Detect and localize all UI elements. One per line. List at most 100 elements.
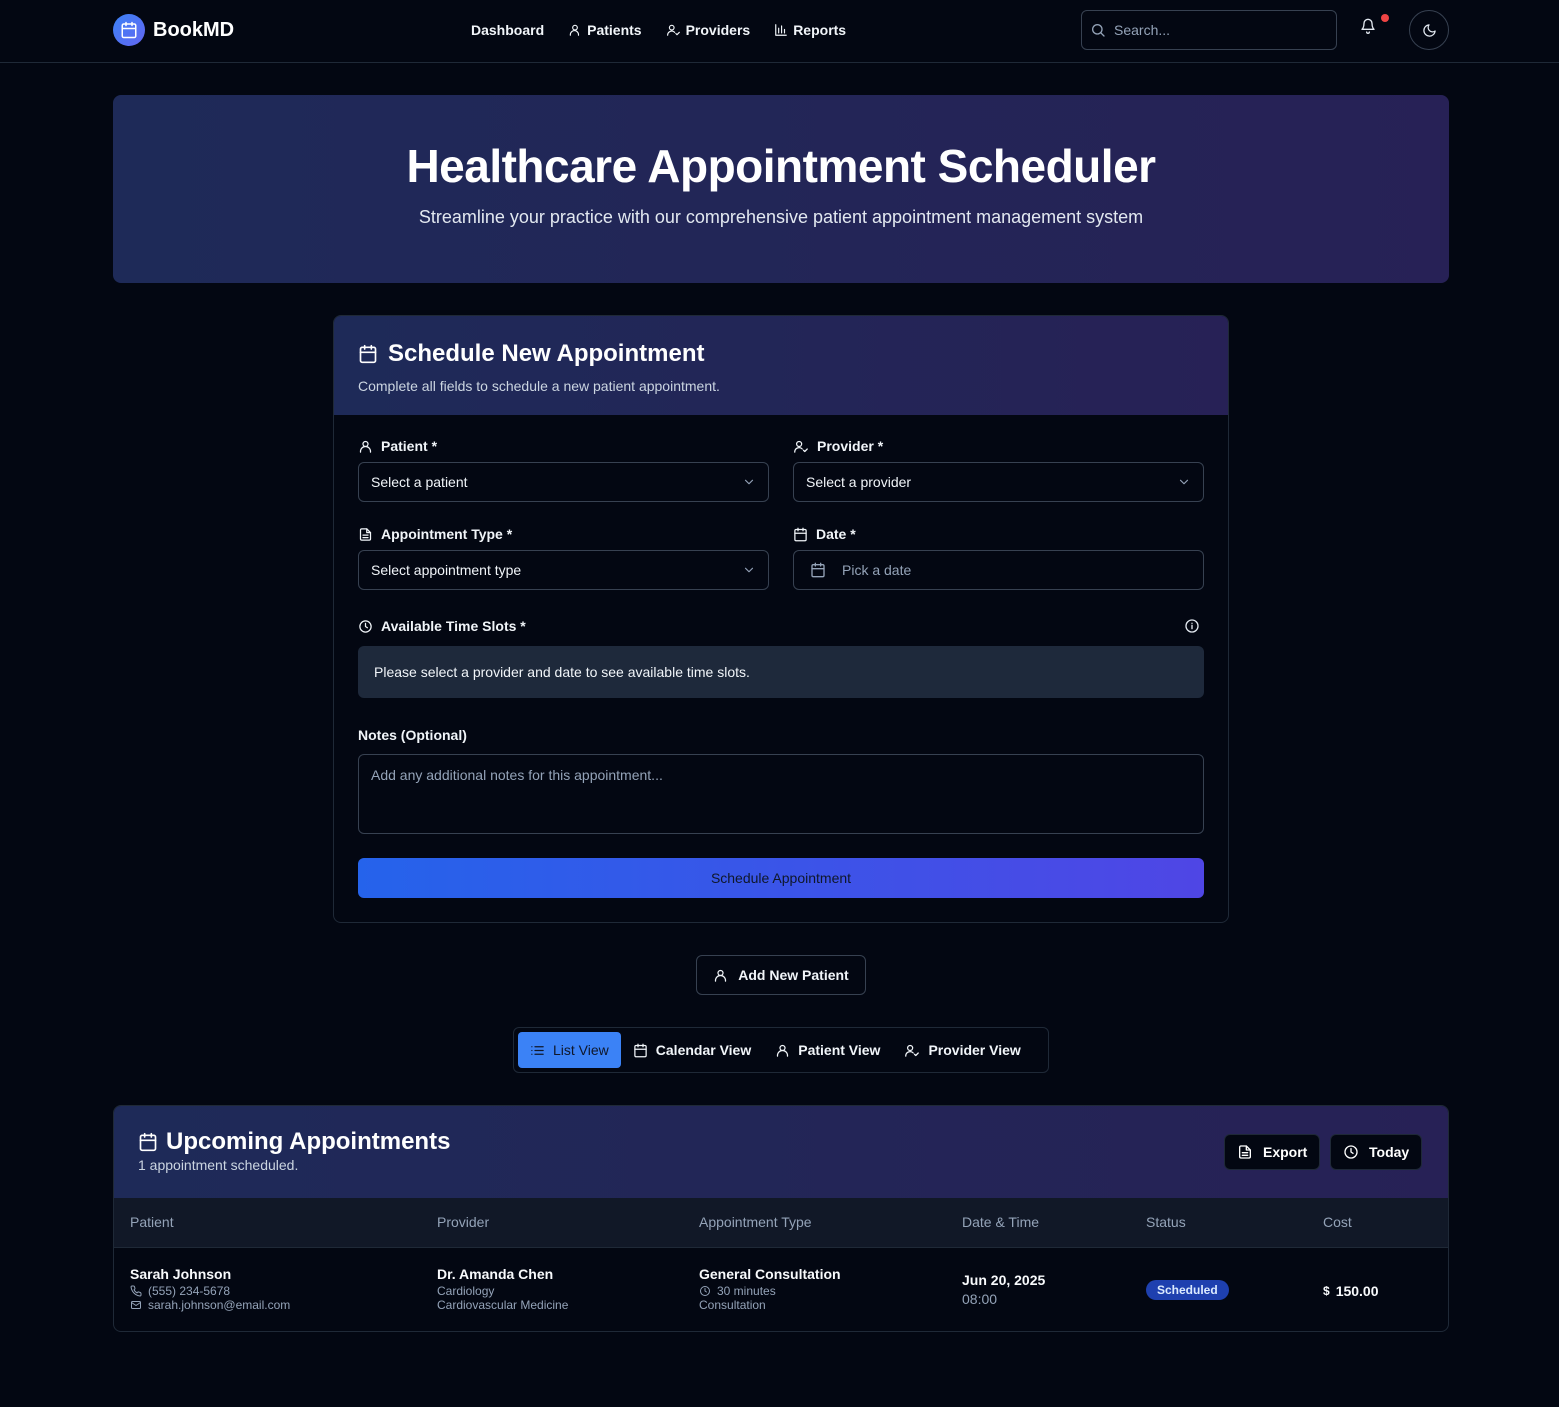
list-icon bbox=[530, 1043, 545, 1058]
tab-patient-view-label: Patient View bbox=[798, 1042, 881, 1058]
nav-dashboard[interactable]: Dashboard bbox=[471, 20, 544, 40]
file-text-icon bbox=[1237, 1144, 1253, 1160]
appointment-category: Consultation bbox=[699, 1298, 766, 1312]
page-subtitle: Streamline your practice with our compre… bbox=[418, 207, 1144, 227]
table-row[interactable]: Sarah Johnson (555) 234-5678 sarah.johns… bbox=[114, 1248, 1448, 1331]
today-button[interactable]: Today bbox=[1330, 1134, 1423, 1170]
today-button-label: Today bbox=[1369, 1144, 1410, 1160]
column-header: Provider bbox=[437, 1214, 490, 1230]
column-header: Cost bbox=[1323, 1214, 1352, 1230]
search-input[interactable]: Search... bbox=[1081, 10, 1337, 50]
appointment-type-name: General Consultation bbox=[699, 1266, 841, 1282]
mail-icon bbox=[130, 1299, 142, 1311]
notes-textarea[interactable]: Add any additional notes for this appoin… bbox=[358, 754, 1204, 834]
nav-providers[interactable]: Providers bbox=[666, 20, 750, 40]
appointments-header: Upcoming Appointments 1 appointment sche… bbox=[114, 1106, 1448, 1198]
notification-dot bbox=[1381, 14, 1389, 22]
provider-select-value: Select a provider bbox=[806, 474, 912, 490]
search-placeholder: Search... bbox=[1114, 22, 1171, 38]
nav-patients-label: Patients bbox=[587, 22, 642, 38]
tab-patient-view[interactable]: Patient View bbox=[763, 1032, 892, 1068]
patient-select-value: Select a patient bbox=[371, 474, 468, 490]
info-icon[interactable] bbox=[1184, 618, 1200, 634]
calendar-icon bbox=[358, 344, 378, 364]
main-nav: Dashboard Patients Providers Reports bbox=[471, 20, 846, 40]
status-cell: Scheduled bbox=[1146, 1280, 1229, 1300]
user-icon bbox=[775, 1043, 790, 1058]
column-header: Date & Time bbox=[962, 1214, 1040, 1230]
patient-label-text: Patient * bbox=[381, 438, 438, 454]
user-check-icon bbox=[793, 439, 809, 454]
appointment-type-select[interactable]: Select appointment type bbox=[358, 550, 769, 590]
schedule-appointment-button-label: Schedule Appointment bbox=[710, 870, 852, 886]
chevron-down-icon bbox=[742, 563, 756, 577]
tab-list-view-label: List View bbox=[553, 1042, 609, 1058]
provider-specialty: Cardiovascular Medicine bbox=[437, 1298, 569, 1312]
export-button-label: Export bbox=[1263, 1144, 1308, 1160]
time-slots-label-text: Available Time Slots * bbox=[381, 618, 526, 634]
provider-name: Dr. Amanda Chen bbox=[437, 1266, 554, 1282]
date-picker[interactable]: Pick a date bbox=[793, 550, 1204, 590]
user-check-icon bbox=[904, 1043, 920, 1058]
appointment-date: Jun 20, 2025 bbox=[962, 1272, 1046, 1288]
brand[interactable]: BookMD bbox=[113, 14, 234, 46]
schedule-appointment-button[interactable]: Schedule Appointment bbox=[358, 858, 1204, 898]
schedule-appointment-card: Schedule New Appointment Complete all fi… bbox=[333, 315, 1229, 923]
tab-provider-view[interactable]: Provider View bbox=[892, 1032, 1032, 1068]
time-slots-message: Please select a provider and date to see… bbox=[358, 646, 1204, 698]
column-header: Status bbox=[1146, 1214, 1186, 1230]
clock-icon bbox=[358, 619, 373, 634]
nav-patients[interactable]: Patients bbox=[568, 20, 642, 40]
patient-phone: (555) 234-5678 bbox=[148, 1284, 231, 1298]
provider-label-text: Provider * bbox=[817, 438, 884, 454]
appointments-count: 1 appointment scheduled. bbox=[138, 1157, 299, 1173]
appointment-type-value: Select appointment type bbox=[371, 562, 522, 578]
user-icon bbox=[358, 439, 373, 454]
chevron-down-icon bbox=[742, 475, 756, 489]
chevron-down-icon bbox=[1177, 475, 1191, 489]
tab-calendar-view[interactable]: Calendar View bbox=[621, 1032, 763, 1068]
column-header: Patient bbox=[130, 1214, 174, 1230]
bar-chart-icon bbox=[774, 23, 788, 37]
provider-label: Provider * bbox=[793, 438, 883, 454]
nav-reports-label: Reports bbox=[793, 22, 847, 38]
nav-dashboard-label: Dashboard bbox=[471, 22, 545, 38]
schedule-card-subtitle: Complete all fields to schedule a new pa… bbox=[358, 378, 720, 394]
appointment-type-label: Appointment Type * bbox=[358, 526, 512, 542]
column-header: Appointment Type bbox=[699, 1214, 812, 1230]
tab-provider-view-label: Provider View bbox=[928, 1042, 1021, 1058]
moon-icon bbox=[1422, 23, 1437, 38]
nav-reports[interactable]: Reports bbox=[774, 20, 846, 40]
schedule-card-title: Schedule New Appointment bbox=[388, 340, 705, 367]
status-badge: Scheduled bbox=[1146, 1280, 1229, 1300]
theme-toggle-button[interactable] bbox=[1409, 10, 1449, 50]
appointment-type-cell: General Consultation 30 minutes Consulta… bbox=[699, 1266, 841, 1312]
provider-select[interactable]: Select a provider bbox=[793, 462, 1204, 502]
appointment-cost: 150.00 bbox=[1335, 1283, 1379, 1299]
add-new-patient-label: Add New Patient bbox=[738, 967, 849, 983]
appointment-time: 08:00 bbox=[962, 1291, 998, 1307]
top-navbar: BookMD Dashboard Patients Providers Repo… bbox=[0, 0, 1559, 63]
user-check-icon bbox=[666, 23, 681, 37]
dollar-icon: $ bbox=[1323, 1284, 1330, 1298]
brand-name: BookMD bbox=[153, 18, 235, 41]
user-icon bbox=[713, 968, 728, 983]
export-button[interactable]: Export bbox=[1224, 1134, 1321, 1170]
patient-label: Patient * bbox=[358, 438, 437, 454]
view-tabs: List View Calendar View Patient View Pro… bbox=[513, 1027, 1049, 1073]
bell-icon[interactable] bbox=[1360, 18, 1376, 34]
cost-cell: $ 150.00 bbox=[1323, 1283, 1379, 1299]
phone-icon bbox=[130, 1285, 142, 1297]
page-title: Healthcare Appointment Scheduler bbox=[406, 140, 1156, 192]
time-slots-label: Available Time Slots * bbox=[358, 618, 526, 634]
tab-list-view[interactable]: List View bbox=[518, 1032, 621, 1068]
calendar-icon bbox=[138, 1132, 158, 1152]
patient-select[interactable]: Select a patient bbox=[358, 462, 769, 502]
clock-icon bbox=[1343, 1144, 1359, 1160]
datetime-cell: Jun 20, 2025 08:00 bbox=[962, 1272, 1045, 1307]
user-icon bbox=[568, 23, 582, 37]
add-new-patient-button[interactable]: Add New Patient bbox=[696, 955, 866, 995]
schedule-card-header: Schedule New Appointment Complete all fi… bbox=[334, 316, 1228, 415]
provider-cell: Dr. Amanda Chen Cardiology Cardiovascula… bbox=[437, 1266, 568, 1312]
notes-placeholder: Add any additional notes for this appoin… bbox=[371, 767, 663, 783]
